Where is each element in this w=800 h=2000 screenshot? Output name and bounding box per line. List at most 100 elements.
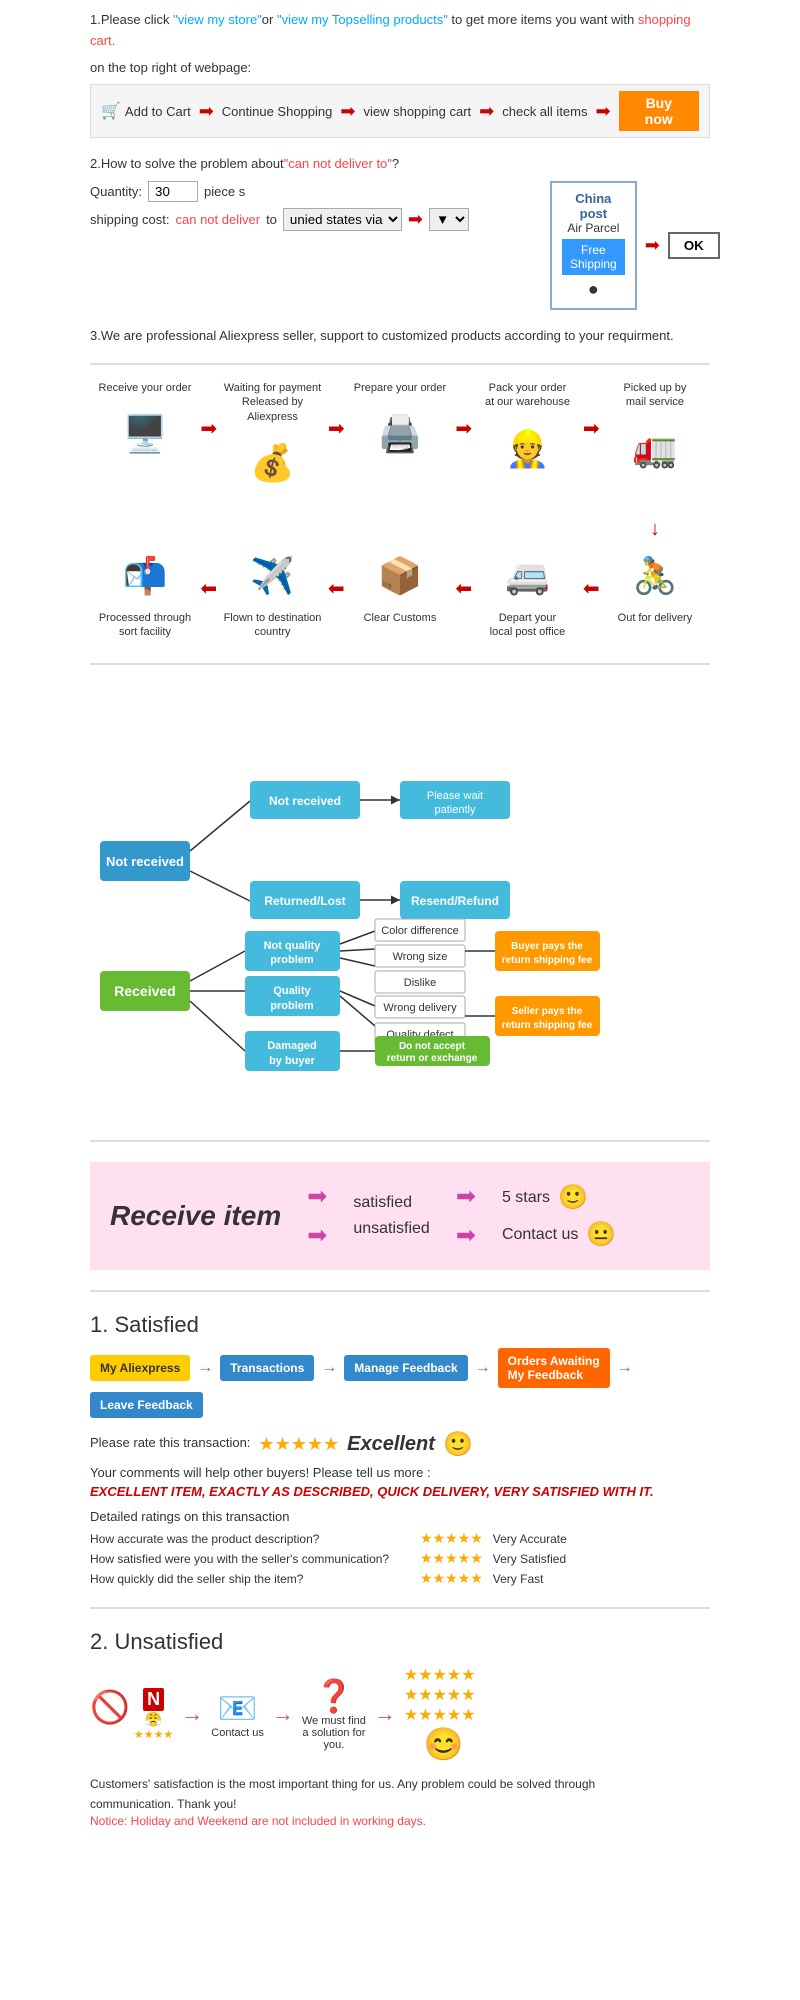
my-aliexpress-step: My Aliexpress (90, 1355, 190, 1381)
buy-now-button[interactable]: Buy now (619, 91, 699, 131)
svg-text:Buyer pays the: Buyer pays the (511, 941, 583, 952)
receive-arrow3: ➡ (456, 1182, 476, 1211)
step2-section: 2.How to solve the problem about"can not… (90, 154, 710, 310)
step3-text: 3.We are professional Aliexpress seller,… (90, 328, 674, 343)
cant-deliver2: can not deliver (176, 212, 261, 227)
svg-text:Returned/Lost: Returned/Lost (264, 894, 345, 908)
receive-arrow1: ➡ (307, 1182, 327, 1211)
unsat-stars: ★★★★ (134, 1728, 173, 1741)
quantity-row: Quantity: piece s (90, 181, 540, 202)
shipping-method-select[interactable]: ▼ (429, 208, 469, 231)
step2-header: 2.How to solve the problem about"can not… (90, 154, 710, 175)
unsat-arrow1: → (181, 1701, 203, 1727)
view-store-link[interactable]: "view my store" (173, 12, 262, 27)
receive-col-right: 5 stars 🙂 Contact us 😐 (502, 1183, 616, 1249)
process-arrow8: ⬅ (200, 576, 217, 601)
excellent-emoji: 🙂 (443, 1430, 473, 1459)
neutral-face-icon: 😐 (586, 1220, 616, 1249)
process-icon-prepare: 🖨️ (365, 399, 435, 469)
notice-text: Customers' satisfaction is the most impo… (90, 1775, 710, 1813)
process-row2: 🚴 Out for delivery ⬅ 🚐 Depart your local… (90, 541, 710, 644)
rating-row-3: How quickly did the seller ship the item… (90, 1570, 710, 1587)
process-label-prepare: Prepare your order (354, 381, 446, 395)
divider5 (90, 1607, 710, 1609)
process-label-depart: Depart your local post office (490, 611, 566, 640)
rating-label-2: How quickly did the seller ship the item… (90, 1572, 410, 1586)
process-label-payment: Waiting for payment Released by Aliexpre… (217, 381, 327, 424)
solution-label: We must find a solution for you. (302, 1715, 366, 1751)
view-cart-step: view shopping cart (363, 104, 471, 119)
orders-awaiting-step: Orders Awaiting My Feedback (498, 1348, 610, 1388)
shipping-arrow: ➡ (408, 209, 423, 230)
arrow3: ➡ (479, 101, 494, 122)
receive-section: Receive item ➡ ➡ satisfied unsatisfied ➡… (90, 1162, 710, 1270)
divider1 (90, 363, 710, 365)
check-all-label: check all items (502, 104, 587, 119)
transactions-step: Transactions (220, 1355, 314, 1381)
fb-arrow2: → (321, 1359, 337, 1377)
rating-quality-2: Very Fast (493, 1572, 544, 1586)
unsat-icons-row: 🚫 N 😤 ★★★★ (90, 1688, 173, 1741)
continue-shopping-step: Continue Shopping (222, 104, 333, 119)
detailed-ratings-label: Detailed ratings on this transaction (90, 1509, 710, 1524)
satisfied-title: 1. Satisfied (90, 1312, 710, 1338)
receive-title: Receive item (110, 1200, 281, 1232)
svg-text:problem: problem (270, 954, 314, 966)
arrow4: ➡ (595, 101, 610, 122)
svg-text:patiently: patiently (435, 804, 476, 816)
feedback-flow: My Aliexpress → Transactions → Manage Fe… (90, 1348, 710, 1418)
svg-text:Dislike: Dislike (404, 977, 436, 989)
process-icon-payment: 💰 (237, 428, 307, 498)
process-arrow4: ➡ (583, 416, 600, 441)
svg-text:Damaged: Damaged (267, 1040, 317, 1052)
shipping-label: shipping cost: (90, 212, 170, 227)
rating-quality-1: Very Satisfied (493, 1552, 566, 1566)
unsat-item-no: 🚫 N 😤 ★★★★ (90, 1688, 173, 1741)
ok-button[interactable]: OK (668, 232, 720, 259)
step2-right: China post Air Parcel Free Shipping ● ➡ … (550, 181, 710, 310)
rating-row: Please rate this transaction: ★★★★★ Exce… (90, 1430, 710, 1459)
rating-stars: ★★★★★ (258, 1434, 339, 1455)
five-stars-label: 5 stars (502, 1189, 550, 1207)
satisfied-label: satisfied (353, 1194, 430, 1212)
arrow2: ➡ (340, 101, 355, 122)
receive-arrows: ➡ ➡ (301, 1182, 333, 1250)
shipping-country-select[interactable]: unied states via (283, 208, 402, 231)
svg-text:Seller pays the: Seller pays the (512, 1006, 583, 1017)
process-down-arrow: ↓ (90, 518, 710, 541)
unsat-arrow2: → (272, 1701, 294, 1727)
svg-text:return shipping fee: return shipping fee (502, 1020, 593, 1031)
step1-text3: to get more items you want with (448, 12, 634, 27)
receive-arrows2: ➡ ➡ (450, 1182, 482, 1250)
manage-feedback-step: Manage Feedback (344, 1355, 467, 1381)
view-cart-label: view shopping cart (363, 104, 471, 119)
view-topselling-link[interactable]: "view my Topselling products" (277, 12, 448, 27)
process-icon-pickup: 🚛 (620, 414, 690, 484)
unsat-item-result: ★★★★★ ★★★★★ ★★★★★ 😊 (404, 1665, 476, 1763)
to-text: to (266, 212, 277, 227)
unsatisfied-title: 2. Unsatisfied (90, 1629, 710, 1655)
leave-feedback-step: Leave Feedback (90, 1392, 203, 1418)
fb-arrow3: → (475, 1359, 491, 1377)
contact-us-label: Contact us (502, 1226, 578, 1244)
step1-text2: or (262, 12, 277, 27)
fb-arrow1: → (197, 1359, 213, 1377)
excellent-text: Excellent (347, 1433, 435, 1456)
rating-row-2: How satisfied were you with the seller's… (90, 1550, 710, 1567)
holiday-notice: Notice: Holiday and Weekend are not incl… (90, 1814, 710, 1828)
svg-text:by buyer: by buyer (269, 1055, 316, 1067)
contact-us-row: Contact us 😐 (502, 1220, 616, 1249)
angry-face: 😤 (145, 1711, 162, 1728)
step2-title: 2.How to solve the problem about (90, 156, 284, 171)
process-arrow7: ⬅ (328, 576, 345, 601)
process-step-customs: 📦 Clear Customs (345, 541, 455, 629)
step1-intro: 1.Please click "view my store"or "view m… (90, 10, 710, 52)
qty-label: Quantity: (90, 184, 142, 199)
process-arrow2: ➡ (328, 416, 345, 441)
process-icon-receive: 🖥️ (110, 399, 180, 469)
process-label-customs: Clear Customs (364, 611, 437, 625)
process-icon-sort: 📬 (110, 541, 180, 611)
quantity-input[interactable] (148, 181, 198, 202)
step2-text2: ? (392, 156, 399, 171)
email-icon: 📧 (218, 1689, 258, 1727)
